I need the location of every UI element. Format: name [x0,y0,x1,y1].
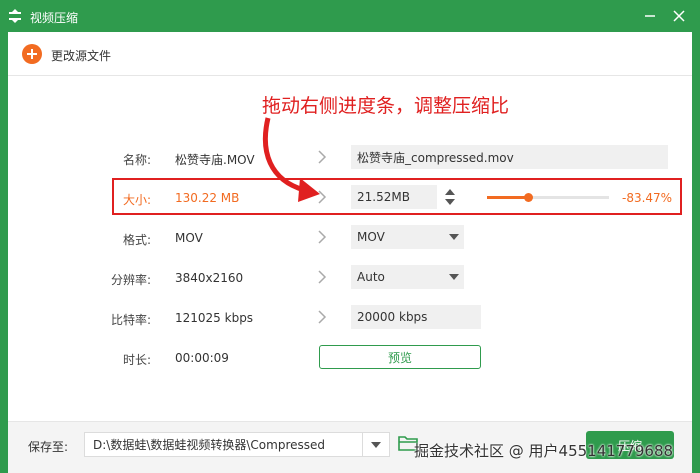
chevron-right-icon [318,310,327,324]
resolution-select-value: Auto [357,270,385,284]
chevron-right-icon [318,230,327,244]
app-logo-icon [9,9,21,23]
preview-button[interactable]: 预览 [319,345,481,369]
name-label: 名称: [122,153,151,167]
window-title: 视频压缩 [30,11,79,25]
compression-percent: -83.47% [622,191,673,205]
output-size-field[interactable]: 21.52MB [351,185,437,209]
window-frame-right [692,32,700,473]
resolution-select[interactable]: Auto [351,265,464,289]
size-stepper-icon[interactable] [440,186,460,208]
size-label: 大小: [122,193,151,207]
window-frame-left [0,32,8,473]
watermark-text: 掘金技术社区 @ 用户455141779688 [414,442,674,460]
output-name-field[interactable]: 松赞寺庙_compressed.mov [351,145,668,169]
chevron-right-icon [318,150,327,164]
save-path-dropdown[interactable] [362,432,390,457]
dropdown-arrow-icon [371,442,381,448]
plus-icon[interactable] [22,44,42,64]
chevron-right-icon [318,270,327,284]
toolbar: 更改源文件 [8,32,692,76]
close-icon[interactable] [670,7,688,25]
slider-fill [487,196,529,199]
save-path-field[interactable]: D:\数据蛙\数据蛙视频转换器\Compressed [84,432,366,457]
source-name-value: 松赞寺庙.MOV [175,153,255,167]
format-select-value: MOV [357,230,385,244]
dropdown-arrow-icon [449,274,459,280]
format-label: 格式: [122,233,151,247]
source-bitrate-value: 121025 kbps [175,311,254,325]
bitrate-field[interactable]: 20000 kbps [351,305,481,329]
minimize-icon[interactable] [641,7,659,25]
source-format-value: MOV [175,231,203,245]
duration-label: 时长: [122,353,151,367]
save-to-label: 保存至: [28,440,69,454]
resolution-label: 分辨率: [110,273,151,287]
dropdown-arrow-icon [449,234,459,240]
title-bar: 视频压缩 [0,0,700,32]
source-resolution-value: 3840x2160 [175,271,244,285]
format-select[interactable]: MOV [351,225,464,249]
bitrate-label: 比特率: [110,313,151,327]
source-size-value: 130.22 MB [175,191,240,205]
change-source-button[interactable]: 更改源文件 [51,47,111,64]
duration-value: 00:00:09 [175,351,229,365]
chevron-right-icon [318,190,327,204]
compression-slider[interactable] [487,193,609,202]
